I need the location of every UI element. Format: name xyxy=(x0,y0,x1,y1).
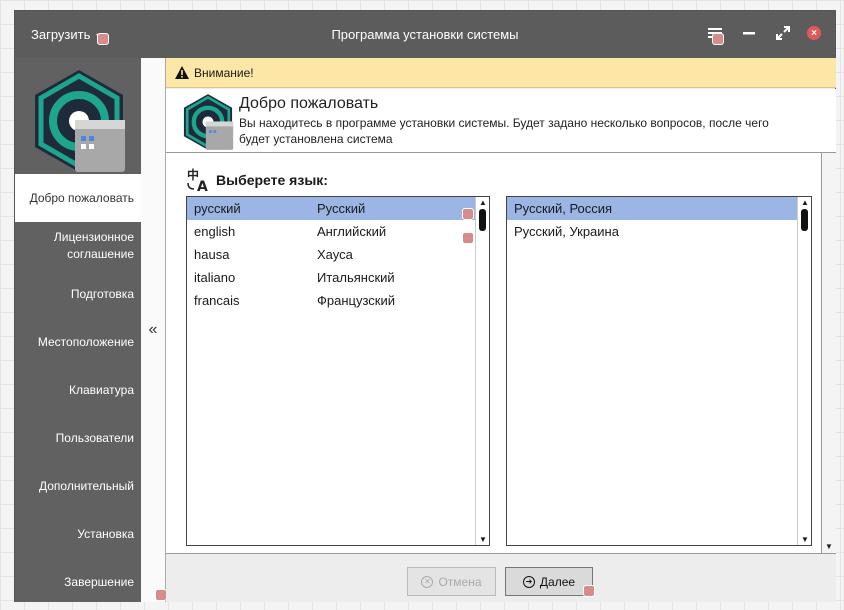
language-native: italiano xyxy=(194,270,236,285)
arrow-right-icon: ➔ xyxy=(522,575,535,588)
language-list[interactable]: русский Русский english Английский hausa… xyxy=(186,196,490,546)
sidebar-item-license[interactable]: Лицензионное соглашение xyxy=(15,222,141,270)
pointer-marker-icon xyxy=(462,208,474,220)
welcome-title: Добро пожаловать xyxy=(239,95,379,112)
sidebar: Добро пожаловать Лицензионное соглашение… xyxy=(15,58,141,602)
welcome-description: Вы находитесь в программе установки сист… xyxy=(239,116,769,146)
scrollbar-thumb[interactable] xyxy=(801,209,808,231)
sidebar-item-location[interactable]: Местоположение xyxy=(15,318,141,366)
cancel-label: Отмена xyxy=(438,574,482,589)
translate-icon: 中 A xyxy=(187,167,208,193)
sidebar-item-label: Добро пожаловать xyxy=(29,190,134,205)
language-native: hausa xyxy=(194,247,230,262)
double-chevron-left-icon: « xyxy=(148,321,158,338)
language-native: русский xyxy=(194,201,241,216)
language-label: 中 A Выберете язык: xyxy=(186,167,328,193)
language-name: Французский xyxy=(317,293,395,308)
sidebar-item-keyboard[interactable]: Клавиатура xyxy=(15,366,141,414)
svg-text:A: A xyxy=(197,179,208,193)
language-list-scrollbar[interactable]: ▲ ▼ xyxy=(475,197,489,545)
language-name: Русский xyxy=(317,201,366,216)
sidebar-item-install[interactable]: Установка xyxy=(15,510,141,558)
language-row[interactable]: francais Французский xyxy=(187,289,489,312)
footer-bar: ✕ Отмена ➔ Далее xyxy=(166,553,836,602)
language-row[interactable]: italiano Итальянский xyxy=(187,266,489,289)
locale-name: Русский, Россия xyxy=(514,201,613,216)
sidebar-item-label: Клавиатура xyxy=(69,382,134,397)
scrollbar-thumb[interactable] xyxy=(479,209,486,231)
sidebar-item-label: Подготовка xyxy=(70,286,134,301)
cancel-icon: ✕ xyxy=(421,575,434,588)
scroll-down-icon[interactable]: ▼ xyxy=(479,535,487,544)
titlebar: Загрузить▼ Программа установки системы × xyxy=(15,11,835,58)
language-row[interactable]: русский Русский xyxy=(187,197,489,220)
locale-list-scrollbar[interactable]: ▲ ▼ xyxy=(797,197,811,545)
page-scrollbar[interactable]: ▼ xyxy=(821,153,836,553)
sidebar-item-additional[interactable]: Дополнительный xyxy=(15,462,141,510)
installer-window: Загрузить▼ Программа установки системы × xyxy=(14,10,836,602)
sidebar-item-label: Лицензионное соглашение xyxy=(53,230,134,261)
collapse-sidebar-button[interactable]: « xyxy=(141,58,166,602)
minimize-icon[interactable] xyxy=(739,23,759,43)
locale-name: Русский, Украина xyxy=(514,224,619,239)
sidebar-item-label: Дополнительный xyxy=(38,478,134,493)
app-logo-icon xyxy=(183,94,234,150)
language-native: english xyxy=(194,224,236,239)
welcome-header: Добро пожаловать Вы находитесь в програм… xyxy=(166,89,836,153)
warning-icon xyxy=(175,66,189,79)
pointer-marker-icon xyxy=(462,232,474,244)
locale-row[interactable]: Русский, Россия xyxy=(507,197,811,220)
language-label-text: Выберете язык: xyxy=(216,172,328,188)
next-button[interactable]: ➔ Далее xyxy=(505,567,593,596)
next-label: Далее xyxy=(539,574,576,589)
language-name: Английский xyxy=(317,224,387,239)
sidebar-item-welcome[interactable]: Добро пожаловать xyxy=(15,174,141,222)
sidebar-item-finish[interactable]: Завершение xyxy=(15,558,141,606)
maximize-icon[interactable] xyxy=(773,23,793,43)
language-name: Итальянский xyxy=(317,270,395,285)
sidebar-item-label: Местоположение xyxy=(37,334,134,349)
language-name: Хауса xyxy=(317,247,353,262)
language-native: francais xyxy=(194,293,240,308)
warning-text: Внимание! xyxy=(194,65,254,80)
language-row[interactable]: hausa Хауса xyxy=(187,243,489,266)
pointer-marker-icon xyxy=(583,585,595,597)
sidebar-item-preparation[interactable]: Подготовка xyxy=(15,270,141,318)
locale-list[interactable]: Русский, Россия Русский, Украина ▲ ▼ xyxy=(506,196,812,546)
app-logo-icon xyxy=(35,70,125,172)
close-icon[interactable]: × xyxy=(807,26,821,40)
sidebar-item-label: Завершение xyxy=(64,574,134,589)
pointer-marker-icon xyxy=(712,33,724,45)
locale-row[interactable]: Русский, Украина xyxy=(507,220,811,243)
scroll-down-icon[interactable]: ▼ xyxy=(801,535,809,544)
scroll-up-icon[interactable]: ▲ xyxy=(801,198,809,207)
content-area: Внимание! Добро пожаловать Вы находитесь… xyxy=(166,58,836,602)
warning-banner: Внимание! xyxy=(166,58,836,88)
cancel-button[interactable]: ✕ Отмена xyxy=(407,567,496,596)
scroll-up-icon[interactable]: ▲ xyxy=(479,198,487,207)
sidebar-item-label: Пользователи xyxy=(55,430,134,445)
scroll-down-icon[interactable]: ▼ xyxy=(825,542,833,551)
language-panel: 中 A Выберете язык: русский Русский engli… xyxy=(166,153,836,553)
language-row[interactable]: english Английский xyxy=(187,220,489,243)
sidebar-item-label: Установка xyxy=(77,526,134,541)
sidebar-item-users[interactable]: Пользователи xyxy=(15,414,141,462)
